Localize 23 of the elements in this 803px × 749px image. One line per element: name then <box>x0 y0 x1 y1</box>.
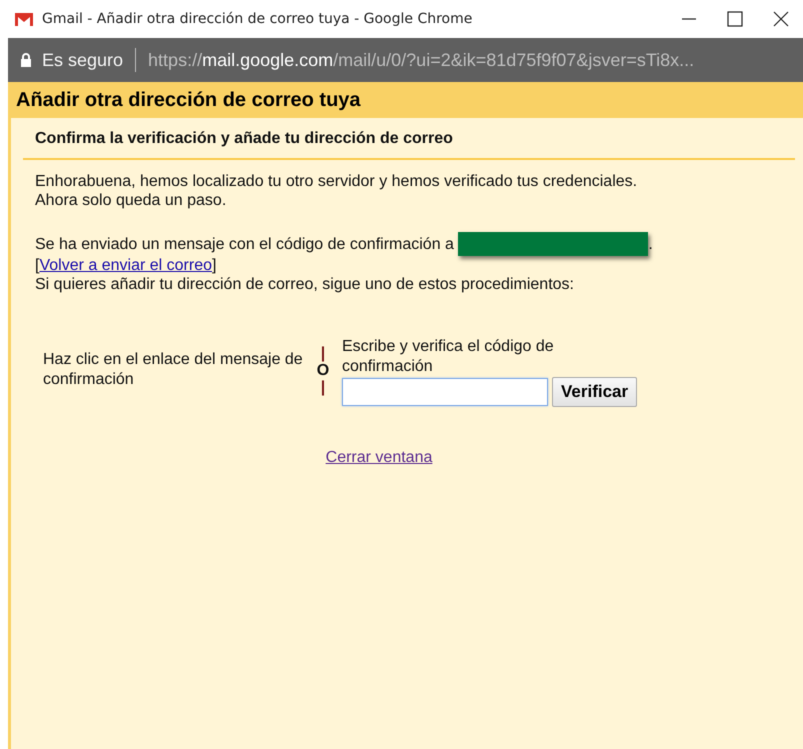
url-text[interactable]: https://mail.google.com/mail/u/0/?ui=2&ik=81d75f9f07&jsver=sTi8x... <box>148 50 694 70</box>
lock-icon <box>20 52 32 68</box>
instructions-text: Si quieres añadir tu dirección de correo, sigue uno de estos procedimientos: <box>34 275 575 294</box>
code-input-field[interactable] <box>342 378 548 406</box>
bracket-text: ] <box>212 257 216 274</box>
separator-text: | <box>320 345 326 362</box>
option-text: Haz clic en el enlace del mensaje de confirmación <box>43 350 304 390</box>
window-title: Gmail - Añadir otra dirección de correo tuya - Google Chrome <box>42 11 472 27</box>
or-text: O <box>316 362 330 379</box>
separator-text: | <box>320 379 326 396</box>
dialog-subtitle: Confirma la verificación y añade tu dirección de correo <box>23 118 795 160</box>
dialog-title: Añadir otra dirección de correo tuya <box>8 82 803 118</box>
option-text: Escribe y verifica el código de confirmación <box>342 337 555 377</box>
intro-text: Enhorabuena, hemos localizado tu otro servidor y hemos verificado tus credenciales. <box>34 172 638 191</box>
mail-logo-icon <box>14 12 34 26</box>
resend-link[interactable]: Volver a enviar el correo <box>39 257 212 274</box>
close-window-link[interactable]: Cerrar ventana <box>326 449 432 466</box>
security-label: Es seguro <box>42 50 124 70</box>
intro-text: Ahora solo queda un paso. <box>34 191 228 210</box>
bracket-text: [ <box>35 257 40 274</box>
period-text: . <box>648 234 653 254</box>
sent-message: Se ha enviado un mensaje con el código de confirmación a <box>35 234 455 254</box>
verify-button[interactable]: Verificar <box>552 377 638 407</box>
